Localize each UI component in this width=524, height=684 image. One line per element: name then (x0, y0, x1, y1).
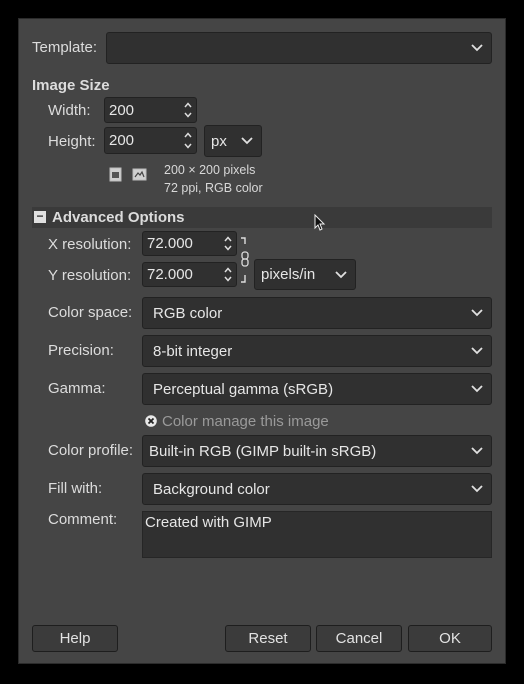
height-spinbox[interactable]: 200 (104, 127, 197, 154)
advanced-options-expander[interactable]: − Advanced Options (32, 207, 492, 228)
x-resolution-spinbox[interactable]: 72.000 (142, 231, 237, 256)
y-resolution-spinbox[interactable]: 72.000 (142, 262, 237, 287)
size-unit-combo[interactable]: px (204, 125, 262, 157)
reset-button[interactable]: Reset (225, 625, 311, 652)
checkbox-checked-icon[interactable] (145, 415, 157, 427)
color-profile-label: Color profile: (48, 442, 134, 459)
chevron-up-icon[interactable] (224, 267, 232, 273)
comment-text: Created with GIMP (145, 514, 272, 531)
color-profile-value: Built-in RGB (GIMP built-in sRGB) (149, 442, 377, 460)
resolution-unit-combo[interactable]: pixels/in (254, 259, 356, 290)
chevron-up-icon[interactable] (184, 102, 192, 108)
cancel-button[interactable]: Cancel (316, 625, 402, 652)
gamma-combo[interactable]: Perceptual gamma (sRGB) (142, 373, 492, 405)
precision-value: 8-bit integer (153, 342, 233, 360)
precision-combo[interactable]: 8-bit integer (142, 335, 492, 367)
y-resolution-value: 72.000 (147, 266, 193, 283)
chevron-down-icon (471, 385, 483, 393)
create-new-image-dialog: Template: Image Size Width: 200 Height: … (18, 18, 506, 664)
chevron-down-icon (241, 137, 253, 145)
height-label: Height: (48, 133, 96, 150)
collapse-icon[interactable]: − (34, 210, 46, 223)
height-value: 200 (109, 132, 135, 149)
portrait-icon[interactable] (109, 167, 122, 182)
chevron-down-icon (471, 447, 483, 455)
chevron-down-icon[interactable] (184, 143, 192, 149)
chevron-down-icon (335, 270, 347, 278)
mouse-cursor-icon (314, 214, 326, 231)
color-manage-checkbox[interactable]: Color manage this image (145, 412, 329, 430)
chevron-up-icon[interactable] (224, 236, 232, 242)
precision-label: Precision: (48, 342, 114, 359)
color-space-label: Color space: (48, 304, 133, 321)
chevron-down-icon[interactable] (224, 276, 232, 282)
chain-link-icon[interactable] (239, 237, 249, 283)
ok-button[interactable]: OK (408, 625, 492, 652)
template-label: Template: (32, 39, 98, 56)
y-resolution-label: Y resolution: (48, 267, 132, 284)
size-info-pixels: 200 × 200 pixels (164, 163, 256, 177)
chevron-down-icon (471, 485, 483, 493)
chevron-down-icon (471, 309, 483, 317)
help-button[interactable]: Help (32, 625, 118, 652)
x-resolution-value: 72.000 (147, 235, 193, 252)
color-space-value: RGB color (153, 304, 223, 322)
fill-with-value: Background color (153, 480, 270, 498)
size-unit-value: px (211, 132, 227, 150)
width-stepper[interactable] (181, 99, 195, 121)
size-info-resolution: 72 ppi, RGB color (164, 181, 263, 195)
landscape-icon[interactable] (132, 168, 147, 181)
width-value: 200 (109, 101, 135, 119)
advanced-options-heading: Advanced Options (52, 209, 185, 226)
gamma-value: Perceptual gamma (sRGB) (153, 380, 334, 398)
chevron-down-icon (471, 44, 483, 52)
chevron-down-icon[interactable] (224, 245, 232, 251)
chevron-down-icon[interactable] (184, 112, 192, 118)
chevron-up-icon[interactable] (184, 132, 192, 138)
template-combo[interactable] (106, 32, 492, 64)
width-spinbox[interactable]: 200 (104, 97, 197, 123)
color-space-combo[interactable]: RGB color (142, 297, 492, 329)
fill-with-combo[interactable]: Background color (142, 473, 492, 505)
chevron-down-icon (471, 347, 483, 355)
image-size-heading: Image Size (32, 77, 110, 94)
height-stepper[interactable] (181, 129, 195, 152)
x-resolution-stepper[interactable] (221, 233, 235, 254)
x-resolution-label: X resolution: (48, 236, 132, 253)
width-label: Width: (48, 102, 91, 119)
comment-label: Comment: (48, 511, 118, 528)
y-resolution-stepper[interactable] (221, 264, 235, 285)
resolution-unit-value: pixels/in (261, 266, 316, 283)
gamma-label: Gamma: (48, 380, 106, 397)
fill-with-label: Fill with: (48, 480, 103, 497)
color-profile-combo[interactable]: Built-in RGB (GIMP built-in sRGB) (142, 435, 492, 467)
comment-textarea[interactable]: Created with GIMP (142, 511, 492, 558)
color-manage-label: Color manage this image (162, 412, 329, 430)
